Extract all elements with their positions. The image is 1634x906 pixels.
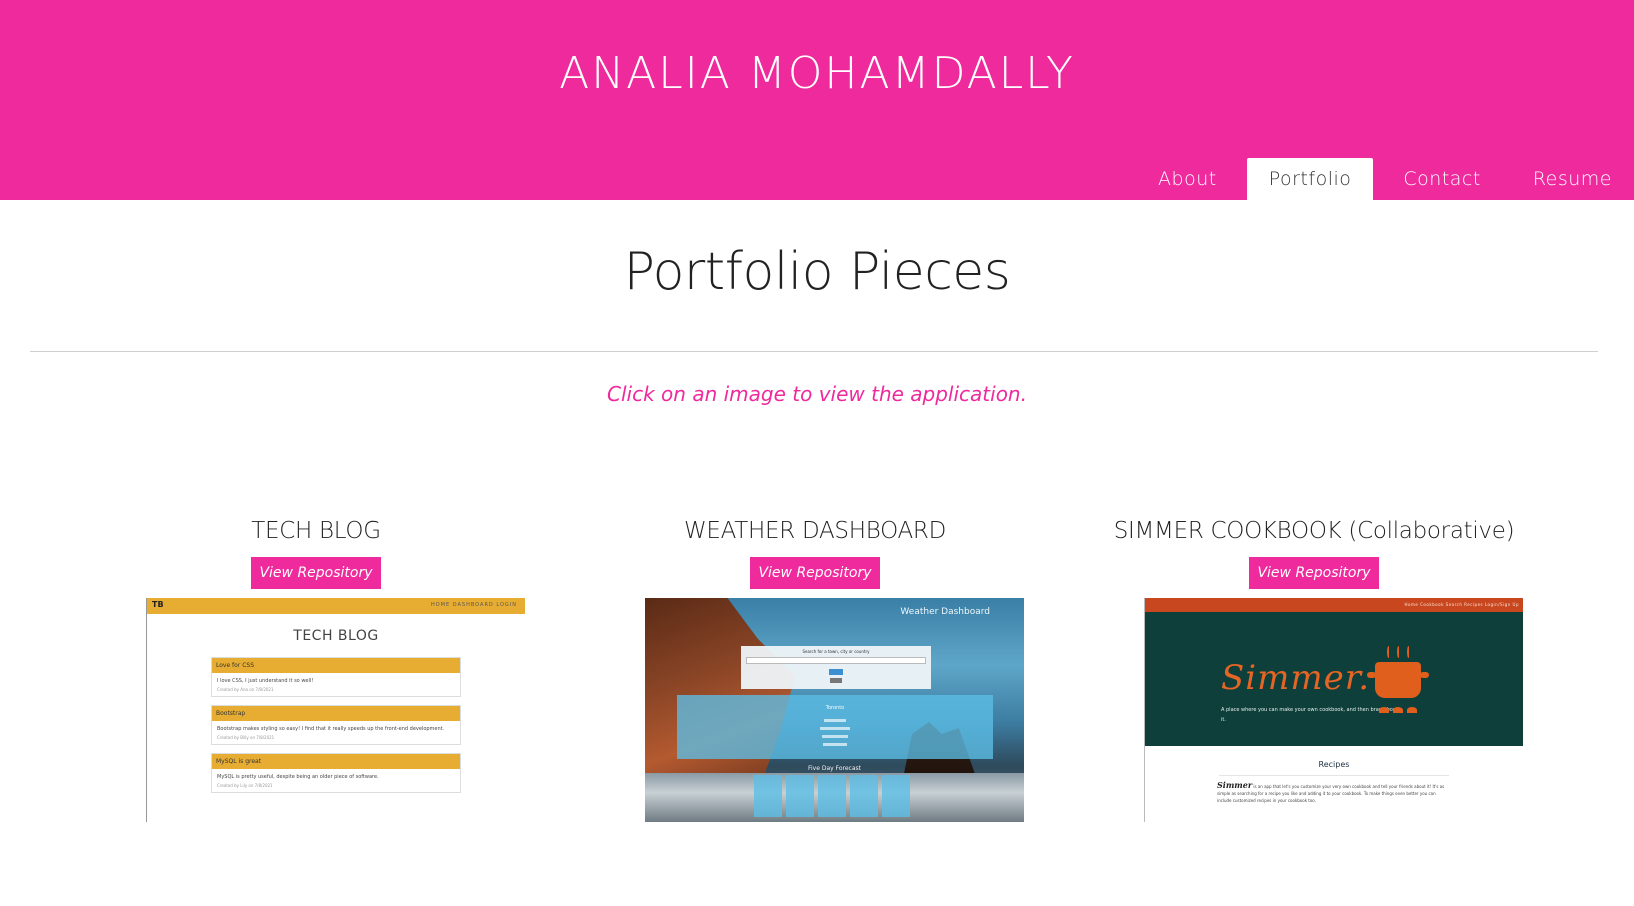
project-title: SIMMER COOKBOOK (Collaborative) [1113, 518, 1515, 544]
hero-tagline: A place where you can make your own cook… [1221, 707, 1398, 723]
thumbnail-post: MySQL is great MySQL is pretty useful, d… [211, 753, 461, 793]
site-title: ANALIA MOHAMDALLY [559, 48, 1075, 99]
about-brand: Simmer [1217, 780, 1253, 790]
view-repository-button[interactable]: View Repository [251, 557, 381, 589]
view-repository-button[interactable]: View Repository [750, 557, 880, 589]
pot-handle-icon [1420, 672, 1429, 678]
steam-icon [1387, 646, 1390, 658]
burner-icon [1379, 707, 1389, 713]
search-label: Search for a town, city or country [802, 649, 870, 654]
forecast-label: Five Day Forecast [808, 765, 861, 772]
post-title: Love for CSS [212, 658, 460, 673]
project-card-weather-dashboard: WEATHER DASHBOARD View Repository Weathe… [605, 515, 1025, 822]
section-divider [30, 351, 1598, 352]
post-meta: Created by Ana on 7/8/2021 [217, 687, 274, 692]
forecast-card [786, 775, 814, 817]
thumbnail-navbar: TB HOME DASHBOARD LOGIN [147, 598, 525, 614]
post-title: MySQL is great [212, 754, 460, 769]
main-nav: About Portfolio Contact Resume [1128, 158, 1634, 200]
post-meta: Created by Billy on 7/8/2021 [217, 735, 275, 740]
cooking-pot-icon [1375, 662, 1421, 698]
post-body: I love CSS, I just understand it so well… [217, 678, 314, 684]
steam-icon [1407, 646, 1410, 658]
instruction-text: Click on an image to view the applicatio… [607, 382, 1027, 406]
thumbnail-search-panel: Search for a town, city or country [741, 646, 931, 689]
thumbnail-nav-links: Home Cookbook Search Recipes Login/Sign … [1404, 602, 1519, 607]
nav-resume[interactable]: Resume [1511, 158, 1634, 200]
clear-button [830, 678, 842, 683]
nav-contact[interactable]: Contact [1381, 158, 1502, 200]
project-thumbnail-tech-blog[interactable]: TB HOME DASHBOARD LOGIN TECH BLOG Love f… [146, 598, 525, 822]
weather-detail-line [824, 719, 846, 722]
forecast-card [818, 775, 846, 817]
project-card-tech-blog: TECH BLOG View Repository TB HOME DASHBO… [106, 515, 526, 822]
nav-portfolio[interactable]: Portfolio [1246, 158, 1374, 200]
project-thumbnail-simmer-cookbook[interactable]: Home Cookbook Search Recipes Login/Sign … [1144, 598, 1523, 822]
forecast-card [882, 775, 910, 817]
current-weather-panel: Toronto [677, 695, 993, 759]
post-body: Bootstrap makes styling so easy! I find … [217, 726, 445, 732]
project-title: TECH BLOG [251, 518, 381, 544]
city-name: Toronto [825, 705, 845, 711]
thumbnail-hero: Simmer. A place where you can make your … [1145, 612, 1523, 746]
thumbnail-heading: TECH BLOG [293, 628, 379, 644]
search-input [746, 657, 926, 664]
view-repository-button[interactable]: View Repository [1249, 557, 1379, 589]
recipes-heading: Recipes [1318, 760, 1350, 769]
post-title: Bootstrap [212, 706, 460, 721]
thumbnail-post: Bootstrap Bootstrap makes styling so eas… [211, 705, 461, 745]
steam-icon [1397, 646, 1400, 658]
weather-detail-line [822, 735, 848, 738]
burner-icon [1393, 707, 1403, 713]
thumbnail-nav-links: HOME DASHBOARD LOGIN [430, 602, 517, 608]
thumbnail-logo: TB [152, 600, 164, 609]
site-header: ANALIA MOHAMDALLY About Portfolio Contac… [0, 0, 1634, 200]
nav-about[interactable]: About [1136, 158, 1239, 200]
thumbnail-navbar: Home Cookbook Search Recipes Login/Sign … [1145, 598, 1523, 612]
project-card-simmer-cookbook: SIMMER COOKBOOK (Collaborative) View Rep… [1104, 515, 1524, 822]
weather-detail-line [823, 743, 847, 746]
about-body: is an app that let's you customize your … [1217, 784, 1445, 803]
post-body: MySQL is pretty useful, despite being an… [217, 774, 379, 780]
thumbnail-post: Love for CSS I love CSS, I just understa… [211, 657, 461, 697]
forecast-card [850, 775, 878, 817]
page-title: Portfolio Pieces [623, 242, 1011, 302]
search-button [829, 669, 843, 675]
project-title: WEATHER DASHBOARD [683, 518, 946, 544]
weather-detail-line [820, 727, 850, 730]
burner-icon [1407, 707, 1417, 713]
project-thumbnail-weather-dashboard[interactable]: Weather Dashboard Search for a town, cit… [645, 598, 1024, 822]
simmer-logo: Simmer. [1221, 658, 1371, 698]
about-text: Simmer is an app that let's you customiz… [1145, 776, 1445, 804]
thumbnail-heading: Weather Dashboard [900, 607, 990, 617]
post-meta: Created by Lily on 7/8/2021 [217, 783, 273, 788]
forecast-card [754, 775, 782, 817]
